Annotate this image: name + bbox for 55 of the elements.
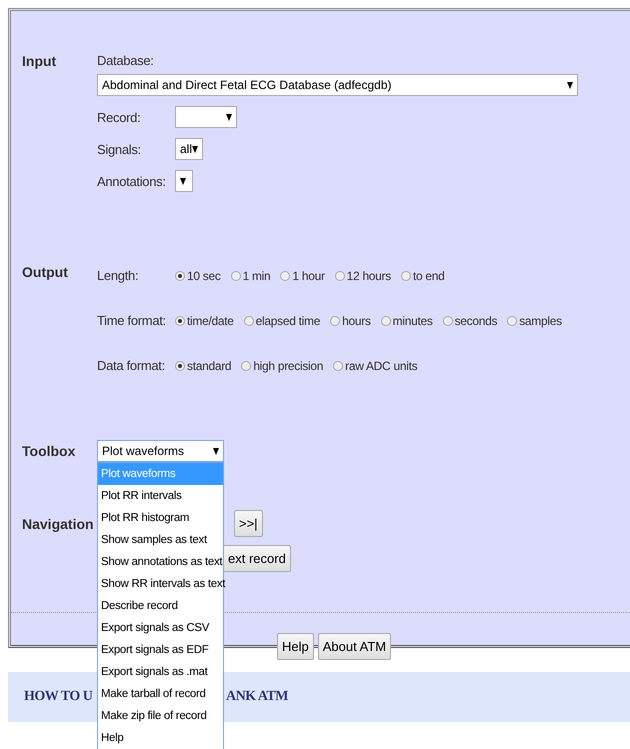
radio-label: elapsed time <box>256 314 320 328</box>
radio-button[interactable] <box>334 270 345 280</box>
field-label: Data format: <box>97 358 166 373</box>
radio-button[interactable] <box>244 316 254 326</box>
nav-button[interactable]: >>| <box>234 510 263 537</box>
field-label: Record: <box>97 110 142 124</box>
caret-icon <box>192 146 198 152</box>
radio-label: 1 min <box>242 268 270 282</box>
radio-button[interactable] <box>330 316 340 326</box>
database-select[interactable]: Abdominal and Direct Fetal ECG Database (adfecgdb) <box>97 74 578 96</box>
field-label: Signals: <box>97 142 142 156</box>
radio-button[interactable] <box>507 316 518 326</box>
nav-button[interactable]: ext record <box>223 545 291 572</box>
caret-icon <box>226 114 232 120</box>
radio-label: 10 sec <box>187 268 221 282</box>
radio-button[interactable] <box>175 270 185 280</box>
caret-icon <box>180 178 186 184</box>
about-button[interactable]: About ATM <box>318 633 392 660</box>
heading-text: ANK ATM <box>226 689 288 705</box>
section-title: Toolbox <box>21 442 76 459</box>
section-title: Input <box>21 53 58 69</box>
radio-label: 1 hour <box>292 268 325 282</box>
radio-button[interactable] <box>175 360 185 370</box>
radio-label: 12 hours <box>346 268 391 282</box>
heading-text: HOW TO U <box>24 689 92 705</box>
field-label: Time format: <box>97 313 167 328</box>
field-label: Length: <box>97 268 140 283</box>
annotations-select[interactable] <box>175 170 193 192</box>
field-label: Database: <box>97 53 155 68</box>
caret-icon <box>567 82 573 88</box>
help-button[interactable]: Help <box>277 633 314 660</box>
radio-button[interactable] <box>280 270 290 280</box>
radio-button[interactable] <box>442 316 453 326</box>
radio-button[interactable] <box>400 270 411 280</box>
radio-label: hours <box>342 314 371 328</box>
field-label: Annotations: <box>97 174 167 188</box>
radio-label: minutes <box>392 314 433 328</box>
radio-button[interactable] <box>241 360 252 370</box>
radio-button[interactable] <box>230 270 241 280</box>
toolbox-select[interactable]: Plot waveforms <box>97 440 224 462</box>
section-title: Navigation <box>21 515 95 532</box>
radio-label: standard <box>187 358 232 372</box>
radio-label: time/date <box>187 314 234 328</box>
radio-button[interactable] <box>380 316 391 326</box>
radio-label: high precision <box>253 358 324 372</box>
record-select[interactable] <box>175 106 237 128</box>
radio-button[interactable] <box>333 360 344 370</box>
radio-label: raw ADC units <box>345 358 418 372</box>
caret-icon <box>213 448 219 454</box>
radio-label: to end <box>412 268 445 282</box>
radio-button[interactable] <box>175 316 185 326</box>
radio-label: seconds <box>454 314 498 328</box>
signals-select[interactable]: all <box>175 138 203 160</box>
section-title: Output <box>21 264 69 280</box>
radio-label: samples <box>519 314 562 328</box>
